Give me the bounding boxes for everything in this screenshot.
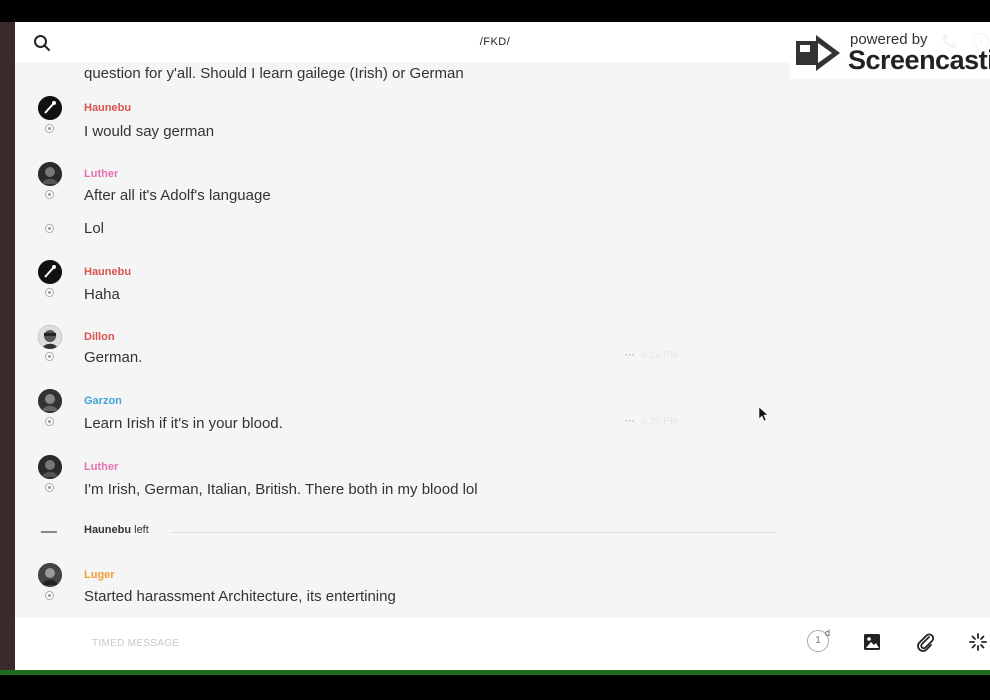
message-text: question for y'all. Should I learn gaile… bbox=[84, 65, 464, 82]
image-icon[interactable] bbox=[860, 630, 884, 654]
sender-name[interactable]: Luther bbox=[84, 461, 118, 473]
mouse-cursor-icon bbox=[758, 406, 769, 422]
message-timestamp: 6:20 PM bbox=[641, 416, 679, 427]
message-text: Learn Irish if it's in your blood. bbox=[84, 415, 283, 432]
event-dash bbox=[41, 531, 57, 533]
left-edge-strip bbox=[0, 22, 15, 670]
status-indicator bbox=[45, 124, 54, 133]
avatar[interactable] bbox=[38, 96, 62, 120]
message-text: Haha bbox=[84, 286, 120, 303]
message-composer: TIMED MESSAGE 1 d bbox=[15, 618, 990, 670]
sender-name[interactable]: Dillon bbox=[84, 331, 115, 343]
timer-unit: d bbox=[825, 628, 831, 638]
message-text: I'm Irish, German, Italian, British. The… bbox=[84, 481, 478, 498]
message-text: Lol bbox=[84, 220, 105, 237]
chat-window: /FKD/ question for y'all. Should I learn… bbox=[15, 22, 990, 670]
status-indicator bbox=[45, 224, 54, 233]
avatar[interactable] bbox=[38, 563, 62, 587]
status-indicator bbox=[45, 591, 54, 600]
divider bbox=[171, 532, 776, 533]
status-indicator bbox=[45, 483, 54, 492]
system-event-row: Haunebu left bbox=[15, 524, 790, 540]
screen-frame: /FKD/ question for y'all. Should I learn… bbox=[0, 0, 990, 700]
avatar[interactable] bbox=[38, 389, 62, 413]
message-timestamp: 6:19 PM bbox=[641, 350, 679, 361]
sender-name[interactable]: Haunebu bbox=[84, 266, 131, 278]
avatar[interactable] bbox=[38, 325, 62, 349]
watermark-big: Screencastify bbox=[848, 45, 990, 75]
message-meta: ··· 6:20 PM bbox=[625, 416, 678, 427]
more-options-icon[interactable]: ··· bbox=[625, 416, 635, 427]
status-indicator bbox=[45, 417, 54, 426]
sender-name[interactable]: Luger bbox=[84, 569, 115, 581]
message-text: German. bbox=[84, 349, 143, 366]
bottom-status-bar bbox=[0, 670, 990, 675]
event-user[interactable]: Haunebu bbox=[84, 524, 131, 536]
message-text: I would say german bbox=[84, 123, 215, 140]
avatar[interactable] bbox=[38, 455, 62, 479]
screencastify-logo-icon bbox=[794, 31, 844, 75]
more-options-icon[interactable]: ··· bbox=[625, 350, 635, 361]
sender-name[interactable]: Garzon bbox=[84, 395, 122, 407]
timed-message-input[interactable]: TIMED MESSAGE bbox=[92, 638, 179, 649]
status-indicator bbox=[45, 352, 54, 361]
sender-name[interactable]: Luther bbox=[84, 168, 118, 180]
avatar[interactable] bbox=[38, 162, 62, 186]
message-text: Started harassment Architecture, its ent… bbox=[84, 588, 396, 605]
status-indicator bbox=[45, 288, 54, 297]
paperclip-icon[interactable] bbox=[913, 630, 937, 654]
watermark-text: powered by Screencastify bbox=[848, 32, 990, 74]
message-text: After all it's Adolf's language bbox=[84, 187, 271, 204]
screencastify-watermark: powered by Screencastify bbox=[790, 27, 990, 79]
sparkle-icon[interactable] bbox=[966, 630, 990, 654]
message-meta: ··· 6:19 PM bbox=[625, 350, 678, 361]
avatar[interactable] bbox=[38, 260, 62, 284]
status-indicator bbox=[45, 190, 54, 199]
system-event-text: Haunebu left bbox=[84, 524, 149, 536]
event-action: left bbox=[134, 524, 149, 536]
sender-name[interactable]: Haunebu bbox=[84, 102, 131, 114]
